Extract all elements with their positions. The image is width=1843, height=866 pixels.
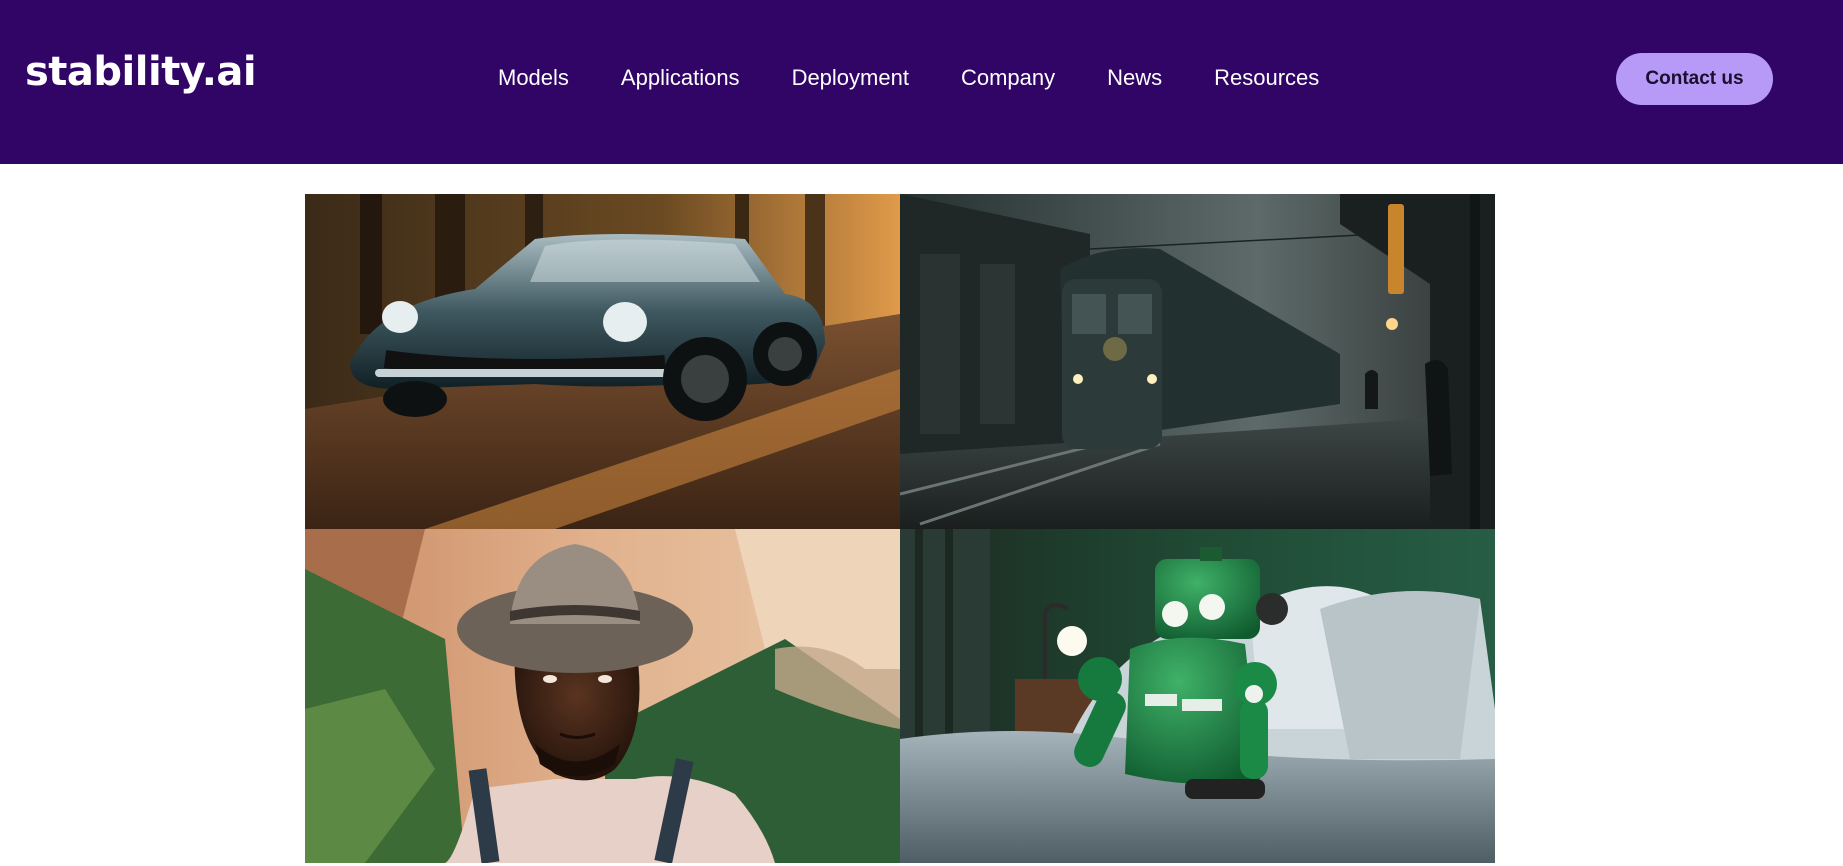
nav-item-models[interactable]: Models: [498, 62, 569, 94]
image-gallery: [305, 194, 1495, 863]
site-header: stability.ai Models Applications Deploym…: [0, 0, 1843, 164]
nav-item-company[interactable]: Company: [961, 62, 1055, 94]
gallery-image-train: [900, 194, 1495, 529]
nav-item-news[interactable]: News: [1107, 62, 1162, 94]
gallery-image-robot: [900, 529, 1495, 863]
main-nav: Models Applications Deployment Company N…: [498, 62, 1319, 94]
nav-item-applications[interactable]: Applications: [621, 62, 740, 94]
nav-item-deployment[interactable]: Deployment: [792, 62, 909, 94]
contact-us-button[interactable]: Contact us: [1616, 53, 1773, 105]
gallery-image-cowboy: [305, 529, 900, 863]
nav-item-resources[interactable]: Resources: [1214, 62, 1319, 94]
logo[interactable]: stability.ai: [25, 48, 257, 96]
gallery-image-car: [305, 194, 900, 529]
